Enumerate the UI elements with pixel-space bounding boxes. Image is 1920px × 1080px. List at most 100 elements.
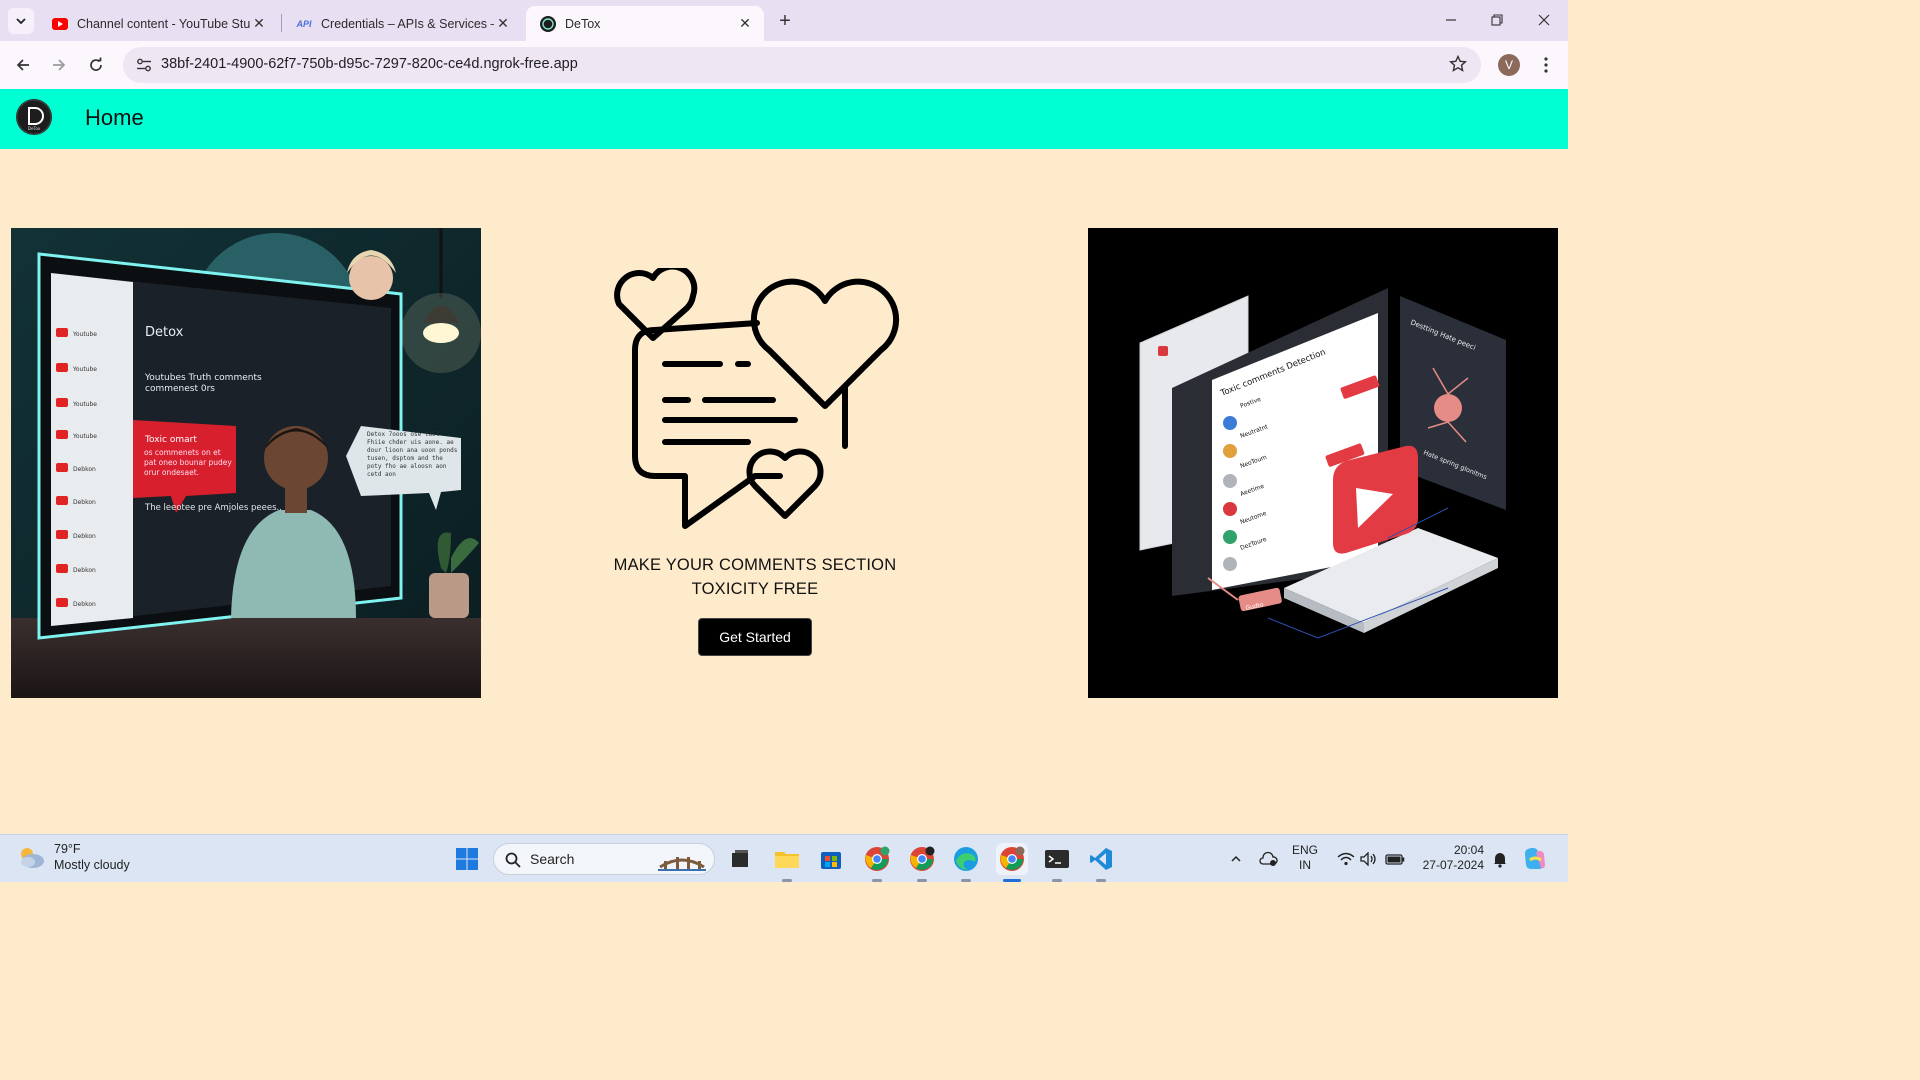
microsoft-store-button[interactable] <box>815 843 847 875</box>
restore-button[interactable] <box>1474 6 1520 34</box>
tab-title: Credentials – APIs & Services – Google C… <box>321 16 494 31</box>
arrow-left-icon <box>16 59 29 71</box>
close-window-button[interactable] <box>1521 6 1567 34</box>
tab-title: Channel content - YouTube Studio <box>77 16 250 31</box>
sidebar-row-label: Debkon <box>73 533 96 540</box>
hero-tagline: MAKE YOUR COMMENTS SECTION TOXICITY FREE <box>575 553 935 601</box>
language-indicator[interactable]: ENG IN <box>1292 843 1318 873</box>
close-icon <box>1538 14 1550 26</box>
clock-time: 20:04 <box>1453 843 1484 857</box>
search-highlight-icon <box>658 857 706 871</box>
close-icon[interactable]: ✕ <box>250 15 268 33</box>
tab-credentials[interactable]: API Credentials – APIs & Services – Goog… <box>282 6 522 41</box>
weather-widget[interactable]: 79°F Mostly cloudy <box>16 841 130 873</box>
vscode-button[interactable] <box>1085 843 1117 875</box>
site-settings-icon[interactable] <box>135 56 153 79</box>
sidebar-row-label: Youtube <box>72 401 97 408</box>
file-explorer-button[interactable] <box>771 843 803 875</box>
new-tab-button[interactable]: + <box>772 8 798 34</box>
battery-button[interactable] <box>1379 843 1411 875</box>
weather-temp: 79°F <box>54 842 81 856</box>
clock[interactable]: 20:04 27-07-2024 <box>1418 843 1484 873</box>
sidebar-row-label: Debkon <box>73 567 96 574</box>
back-button[interactable] <box>9 51 37 79</box>
close-icon[interactable]: ✕ <box>494 15 512 33</box>
close-icon[interactable]: ✕ <box>736 15 754 33</box>
logo-text: DeTox <box>28 126 41 131</box>
detox-logo[interactable]: DeTox <box>16 99 52 135</box>
toxic-bubble-body: os commenets on et pat oneo bounar pudey… <box>144 448 232 477</box>
running-indicator <box>1052 879 1062 882</box>
chrome-profile-1-button[interactable] <box>861 843 893 875</box>
toxic-bubble-title: Toxic omart <box>144 435 197 445</box>
browser-toolbar: 38bf-2401-4900-62f7-750b-d95c-7297-820c-… <box>0 41 1568 89</box>
running-indicator <box>1096 879 1106 882</box>
side-title: The leeotee pre Amjoles peees.. <box>144 503 282 513</box>
lang-line-2: IN <box>1299 858 1311 872</box>
folder-icon <box>775 852 799 868</box>
screen-subline: commenest 0rs <box>145 384 215 394</box>
tagline-line-1: MAKE YOUR COMMENTS SECTION <box>613 556 897 574</box>
chrome-active-button[interactable] <box>996 843 1028 875</box>
nav-home-link[interactable]: Home <box>85 105 144 131</box>
chevron-down-icon <box>16 18 26 25</box>
app-navbar: DeTox Home <box>0 89 1568 149</box>
notifications-button[interactable] <box>1484 843 1516 875</box>
copilot-button[interactable] <box>1519 843 1551 875</box>
hero-image-right: Toxic comments Detection Postive Neutrat… <box>1088 228 1558 698</box>
sidebar-row-label: Youtube <box>72 331 97 338</box>
bookmark-star-icon[interactable] <box>1448 54 1468 78</box>
reload-button[interactable] <box>82 51 110 79</box>
task-view-button[interactable] <box>724 843 756 875</box>
chrome-icon <box>865 846 890 871</box>
screen-brand: Detox <box>145 325 184 340</box>
battery-charging-icon <box>1385 854 1405 865</box>
taskbar-search[interactable]: Search <box>493 843 715 875</box>
show-hidden-icons-button[interactable] <box>1220 843 1252 875</box>
youtube-icon <box>52 16 68 32</box>
terminal-icon <box>1045 850 1069 868</box>
restore-icon <box>1491 14 1503 26</box>
edge-icon <box>954 847 978 871</box>
weather-desc: Mostly cloudy <box>54 858 130 872</box>
task-view-icon <box>732 850 748 867</box>
tab-search-button[interactable] <box>8 8 34 34</box>
onedrive-button[interactable] <box>1252 843 1284 875</box>
tab-detox[interactable]: DeTox ✕ <box>526 6 764 41</box>
terminal-button[interactable] <box>1041 843 1073 875</box>
reload-icon <box>90 57 102 71</box>
running-indicator <box>917 879 927 882</box>
active-indicator <box>1003 879 1021 882</box>
forward-button[interactable] <box>45 51 73 79</box>
more-vertical-icon <box>1544 57 1548 73</box>
minimize-icon <box>1446 19 1456 21</box>
cloud-sync-icon <box>1259 851 1278 866</box>
tab-title: DeTox <box>565 16 601 31</box>
sidebar-row-label: Youtube <box>72 366 97 373</box>
sidebar-row-label: Debkon <box>73 466 96 473</box>
tab-youtube-studio[interactable]: Channel content - YouTube Studio ✕ <box>38 6 278 41</box>
browser-tab-strip: Channel content - YouTube Studio ✕ API C… <box>0 0 1568 41</box>
api-icon: API <box>296 18 312 29</box>
hero-image-left: Youtube Youtube Youtube Youtube Debkon D… <box>11 228 481 698</box>
running-indicator <box>782 879 792 882</box>
screen-headline: Youtubes Truth comments <box>144 373 262 383</box>
detox-favicon <box>540 15 556 32</box>
chat-hearts-illustration <box>605 263 905 536</box>
bell-icon <box>1494 853 1506 868</box>
tagline-line-2: TOXICITY FREE <box>691 580 819 598</box>
profile-avatar[interactable]: V <box>1498 54 1520 76</box>
browser-menu-button[interactable] <box>1536 53 1556 77</box>
store-icon <box>821 852 841 869</box>
edge-button[interactable] <box>950 843 982 875</box>
arrow-right-icon <box>53 59 66 71</box>
windows-logo-icon <box>456 848 478 870</box>
minimize-button[interactable] <box>1428 6 1474 34</box>
running-indicator <box>961 879 971 882</box>
chrome-profile-2-button[interactable] <box>906 843 938 875</box>
start-button[interactable] <box>451 843 483 875</box>
address-bar[interactable]: 38bf-2401-4900-62f7-750b-d95c-7297-820c-… <box>123 47 1481 83</box>
get-started-button[interactable]: Get Started <box>698 618 812 656</box>
chevron-up-icon <box>1231 855 1241 862</box>
vscode-icon <box>1090 848 1112 870</box>
